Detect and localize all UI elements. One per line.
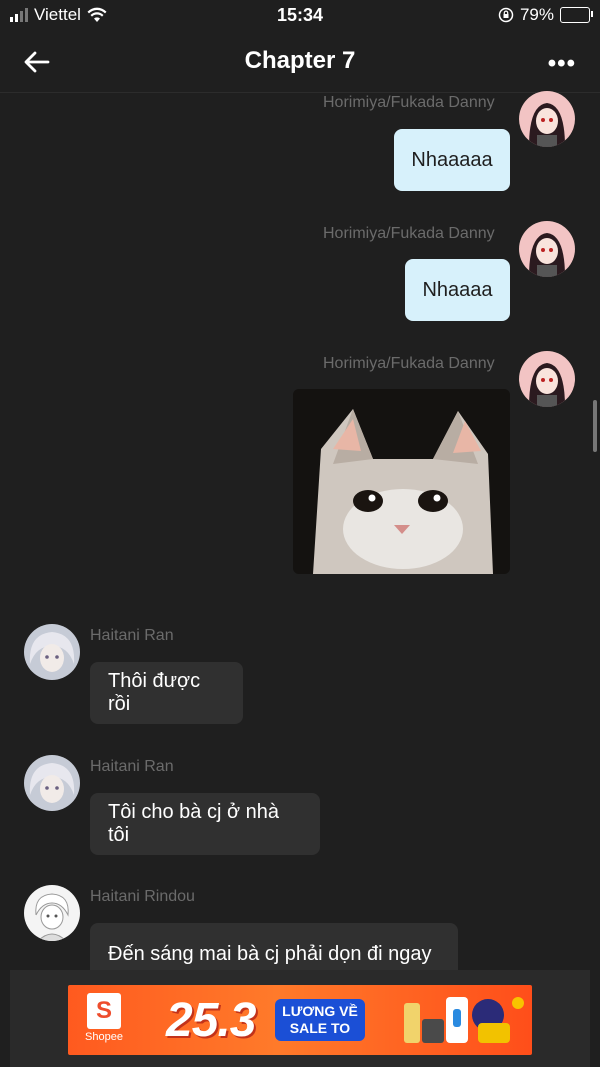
ad-date: 25.3 — [166, 994, 256, 1047]
ad-products-icon — [404, 997, 524, 1043]
chat-header: Chapter 7 ••• — [0, 32, 600, 93]
ad-tag-line1: LƯƠNG VỀ — [282, 1003, 358, 1019]
avatar-haitani-rindou[interactable] — [24, 885, 80, 941]
image-message[interactable] — [293, 389, 510, 574]
ad-tagline: LƯƠNG VỀ SALE TO — [275, 999, 365, 1041]
status-right: 79% — [498, 5, 593, 25]
orientation-lock-icon — [498, 7, 514, 23]
avatar-horimiya[interactable] — [519, 221, 575, 277]
status-bar: Viettel 15:34 79% — [0, 0, 600, 32]
sender-name: Haitani Ran — [90, 627, 174, 644]
shopee-bag-icon: S — [87, 993, 121, 1029]
ad-tag-line2: SALE TO — [289, 1020, 351, 1036]
more-options-icon[interactable]: ••• — [548, 50, 576, 78]
shopee-logo: S Shopee — [78, 993, 130, 1047]
ad-brand: Shopee — [85, 1031, 123, 1043]
sender-name: Haitani Rindou — [90, 888, 195, 905]
message-bubble[interactable]: Tôi cho bà cj ở nhà tôi — [90, 793, 320, 855]
avatar-haitani-ran[interactable] — [24, 624, 80, 680]
message-bubble[interactable]: Thôi được rồi — [90, 662, 243, 724]
sender-name: Horimiya/Fukada Danny — [323, 225, 495, 242]
battery-percent: 79% — [519, 5, 554, 24]
sender-name: Horimiya/Fukada Danny — [323, 355, 495, 372]
sender-name: Horimiya/Fukada Danny — [323, 94, 495, 111]
avatar-horimiya[interactable] — [519, 91, 575, 147]
sender-name: Haitani Ran — [90, 758, 174, 775]
battery-icon — [560, 7, 593, 23]
chat-title: Chapter 7 — [244, 47, 356, 74]
message-bubble[interactable]: Nhaaaa — [405, 259, 510, 321]
avatar-horimiya[interactable] — [519, 351, 575, 407]
message-bubble[interactable]: Nhaaaaa — [394, 129, 510, 191]
shopee-ad-banner[interactable]: S Shopee 25.3 LƯƠNG VỀ SALE TO — [68, 985, 532, 1055]
scrollbar[interactable] — [593, 400, 597, 452]
avatar-haitani-ran[interactable] — [24, 755, 80, 811]
